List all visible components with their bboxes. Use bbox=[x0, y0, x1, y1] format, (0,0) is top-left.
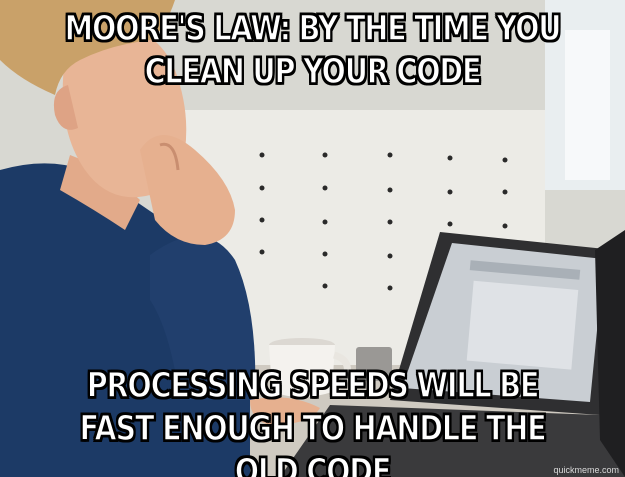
meme-image: MOORE'S LAW: BY THE TIME YOU CLEAN UP YO… bbox=[0, 0, 625, 477]
bottom-caption: PROCESSING SPEEDS WILL BE FAST ENOUGH TO… bbox=[79, 365, 548, 477]
watermark: quickmeme.com bbox=[553, 465, 619, 475]
top-caption: MOORE'S LAW: BY THE TIME YOU CLEAN UP YO… bbox=[64, 8, 562, 93]
